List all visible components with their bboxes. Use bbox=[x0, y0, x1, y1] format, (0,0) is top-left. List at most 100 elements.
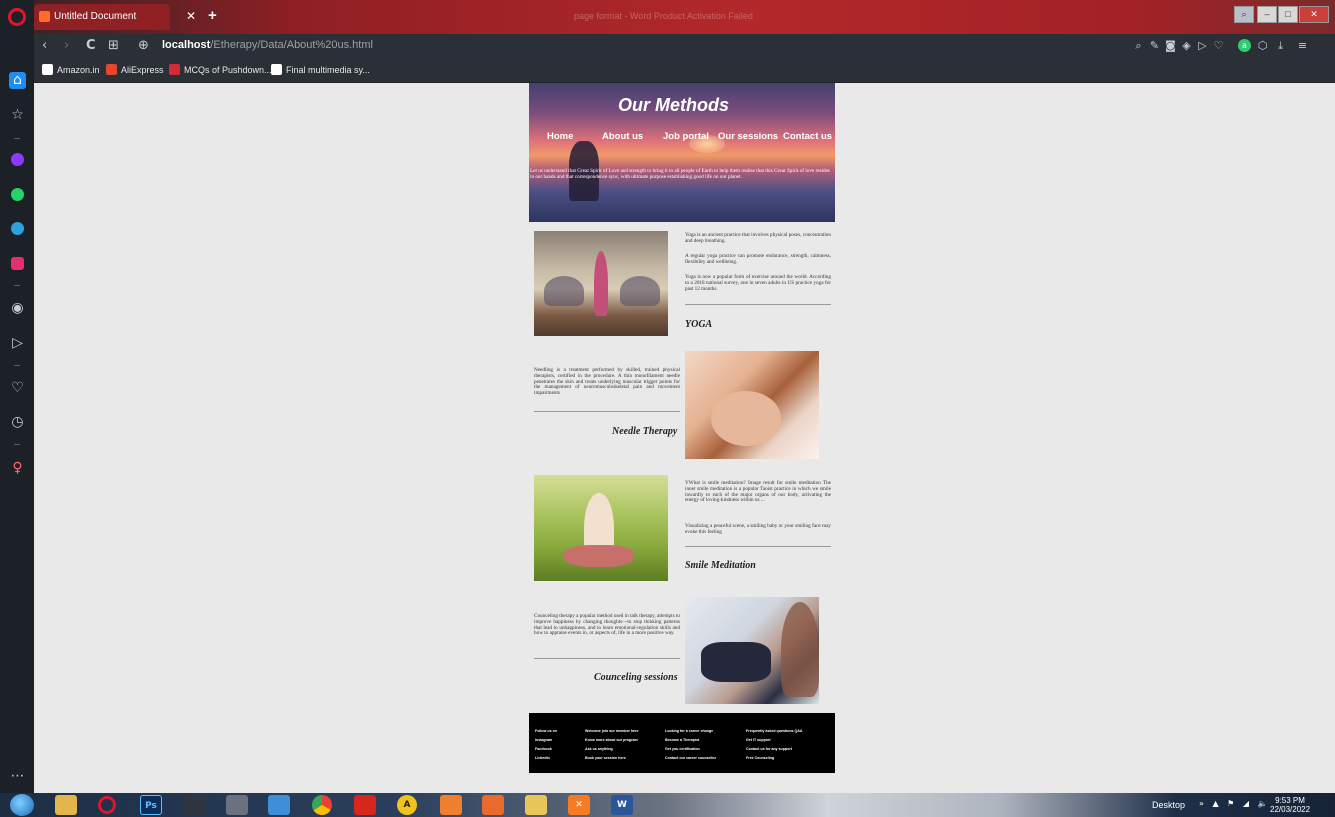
footer-link[interactable]: Book your session here bbox=[585, 754, 638, 763]
footer-link[interactable]: Get IT support bbox=[746, 736, 803, 745]
tool-icon[interactable] bbox=[226, 795, 248, 815]
needle-paragraph: Needling is a treatment performed by ski… bbox=[534, 367, 680, 397]
forward-button[interactable]: › bbox=[64, 38, 69, 53]
heart-icon[interactable]: ♡ bbox=[9, 380, 26, 397]
telegram-icon[interactable] bbox=[11, 222, 24, 235]
chrome-icon[interactable] bbox=[312, 795, 332, 815]
player-icon[interactable]: ◉ bbox=[9, 300, 26, 317]
footer-link-linkedin[interactable]: LinkedIn bbox=[535, 754, 557, 763]
footer-link[interactable]: Become a Therapist bbox=[665, 736, 716, 745]
opera-taskbar-icon[interactable] bbox=[98, 796, 116, 814]
footer-link[interactable]: Looking for a career change bbox=[665, 727, 716, 736]
footer-column-social: Follow us on Instagram Facebook LinkedIn bbox=[535, 727, 557, 763]
client-figure bbox=[701, 642, 771, 682]
speed-dial-icon[interactable]: ⊞ bbox=[108, 38, 119, 53]
main-nav: Home About us Job portal Our sessions Co… bbox=[529, 131, 835, 145]
footer-link[interactable]: Get you certification bbox=[665, 745, 716, 754]
search-icon[interactable]: ⌕ bbox=[1132, 39, 1145, 52]
tab-close-icon[interactable]: ✕ bbox=[186, 9, 196, 23]
instagram-icon[interactable] bbox=[11, 257, 24, 270]
nav-home[interactable]: Home bbox=[547, 131, 573, 142]
explorer-icon[interactable] bbox=[55, 795, 77, 815]
footer-link[interactable]: Frequently asked questions Q&A bbox=[746, 727, 803, 736]
bookmark-mcqs[interactable]: MCQs of Pushdown... bbox=[169, 64, 272, 77]
footer-link[interactable]: Know more about our program bbox=[585, 736, 638, 745]
aliexpress-icon bbox=[106, 64, 117, 75]
authy-icon[interactable]: A bbox=[397, 795, 417, 815]
flow-icon[interactable]: ▷ bbox=[9, 335, 26, 352]
therapist-figure bbox=[781, 602, 819, 697]
star-icon[interactable]: ☆ bbox=[9, 107, 26, 124]
tab-untitled-document[interactable]: Untitled Document bbox=[34, 4, 170, 30]
photoshop-icon[interactable]: Ps bbox=[140, 795, 162, 815]
footer-link-instagram[interactable]: Instagram bbox=[535, 736, 557, 745]
url-field[interactable]: localhost/Etherapy/Data/About%20us.html bbox=[162, 39, 373, 51]
edit-icon[interactable]: ✎ bbox=[1148, 39, 1161, 52]
download-icon[interactable]: ⤓ bbox=[1274, 39, 1287, 52]
footer-link[interactable]: Contact our career counsellor bbox=[665, 754, 716, 763]
folder-icon[interactable] bbox=[525, 795, 547, 815]
orange-app-icon[interactable] bbox=[440, 795, 462, 815]
counseling-divider bbox=[534, 658, 680, 659]
system-tray-icons[interactable]: » ▲ ⚑ ◢ 🔈 bbox=[1199, 799, 1271, 808]
maximize-button[interactable]: □ bbox=[1278, 6, 1298, 23]
heart-outline-icon[interactable]: ♡ bbox=[1212, 39, 1225, 52]
page-content: Our Methods Home About us Job portal Our… bbox=[34, 83, 1335, 793]
yoga-divider bbox=[685, 304, 831, 305]
footer-link[interactable]: Welcome join our member here bbox=[585, 727, 638, 736]
messenger-icon[interactable] bbox=[11, 153, 24, 166]
smile-divider bbox=[685, 546, 831, 547]
counseling-title: Counceling sessions bbox=[594, 672, 678, 683]
site-info-icon[interactable]: ⊕ bbox=[138, 38, 149, 53]
minimize-button[interactable]: – bbox=[1257, 6, 1277, 23]
camera-icon[interactable]: ◙ bbox=[1164, 39, 1177, 52]
home-icon[interactable]: ⌂ bbox=[9, 72, 26, 89]
word-icon[interactable]: W bbox=[611, 795, 633, 815]
footer-column-career: Looking for a career change Become a The… bbox=[665, 727, 716, 763]
smile-title: Smile Meditation bbox=[685, 560, 756, 571]
bookmark-aliexpress[interactable]: AliExpress bbox=[106, 64, 164, 77]
clock-date: 22/03/2022 bbox=[1270, 805, 1311, 814]
whatsapp-icon[interactable] bbox=[11, 188, 24, 201]
acrobat-icon[interactable] bbox=[354, 795, 376, 815]
url-host: localhost bbox=[162, 39, 211, 51]
sidebar-divider bbox=[14, 444, 20, 445]
new-tab-button[interactable]: + bbox=[208, 7, 217, 24]
history-icon[interactable]: ◷ bbox=[9, 414, 26, 431]
nav-our-sessions[interactable]: Our sessions bbox=[718, 131, 778, 142]
nav-about-us[interactable]: About us bbox=[602, 131, 643, 142]
start-button[interactable] bbox=[10, 794, 34, 816]
vpn-icon[interactable]: a bbox=[1238, 39, 1251, 52]
pin-icon[interactable]: ♀ bbox=[9, 460, 26, 477]
close-window-button[interactable]: ✕ bbox=[1299, 6, 1329, 23]
site-footer: Follow us on Instagram Facebook LinkedIn… bbox=[529, 713, 835, 773]
notes-icon[interactable] bbox=[268, 795, 290, 815]
more-icon[interactable]: ⋯ bbox=[9, 768, 26, 785]
bookmark-final-multimedia[interactable]: Final multimedia sy... bbox=[271, 64, 370, 77]
system-clock[interactable]: 9:53 PM 22/03/2022 bbox=[1270, 796, 1310, 814]
app-store-icon[interactable] bbox=[482, 795, 504, 815]
nav-job-portal[interactable]: Job portal bbox=[663, 131, 709, 142]
opera-logo-icon[interactable] bbox=[8, 8, 26, 26]
cube-icon[interactable]: ⬡ bbox=[1256, 39, 1269, 52]
play-icon[interactable]: ▷ bbox=[1196, 39, 1209, 52]
nav-contact-us[interactable]: Contact us bbox=[783, 131, 832, 142]
reload-button[interactable]: C bbox=[86, 38, 96, 53]
footer-link-facebook[interactable]: Facebook bbox=[535, 745, 557, 754]
footer-link[interactable]: Ask us anything bbox=[585, 745, 638, 754]
hero-banner: Our Methods Home About us Job portal Our… bbox=[529, 83, 835, 222]
desktop-toolbar-label[interactable]: Desktop bbox=[1152, 800, 1185, 810]
shield-icon[interactable]: ◈ bbox=[1180, 39, 1193, 52]
opera-sidebar: ⌂ ☆ ◉ ▷ ♡ ◷ ♀ ⋯ bbox=[0, 0, 34, 793]
xampp-icon[interactable]: ✕ bbox=[568, 795, 590, 815]
crossed-legs-figure bbox=[564, 545, 634, 567]
bookmark-amazon[interactable]: Amazon.in bbox=[42, 64, 100, 77]
footer-link[interactable]: Contact us for any support bbox=[746, 745, 803, 754]
network-icon[interactable] bbox=[184, 795, 206, 815]
back-button[interactable]: ‹ bbox=[42, 38, 47, 53]
menu-icon[interactable]: ≡ bbox=[1296, 39, 1309, 52]
needle-divider bbox=[534, 411, 680, 412]
search-tabs-icon[interactable]: ⌕ bbox=[1234, 6, 1254, 23]
sidebar-divider bbox=[14, 365, 20, 366]
footer-link[interactable]: Free Counseling bbox=[746, 754, 803, 763]
